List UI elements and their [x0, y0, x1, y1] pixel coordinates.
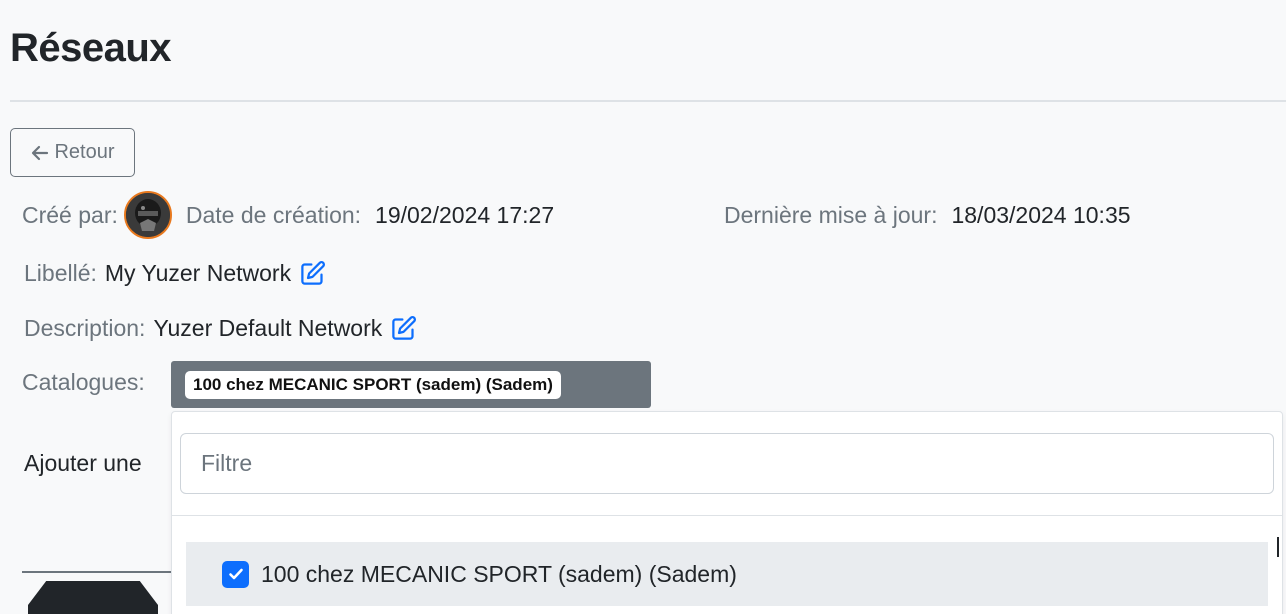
- dropdown-divider: [172, 515, 1282, 516]
- description-value: Yuzer Default Network: [153, 314, 383, 341]
- avatar[interactable]: [123, 191, 172, 239]
- creation-date-label: Date de création:: [185, 201, 362, 228]
- user-avatar-icon: [125, 193, 170, 237]
- created-by-label: Créé par:: [22, 201, 118, 228]
- meta-row: Créé par: Date de création: 19/02/2024 1…: [22, 189, 554, 241]
- scroll-edge: [1277, 537, 1286, 557]
- option-label: 100 chez MECANIC SPORT (sadem) (Sadem): [261, 560, 737, 587]
- dropdown-option[interactable]: 100 chez MECANIC SPORT (sadem) (Sadem): [186, 542, 1268, 606]
- catalog-dropdown: 100 chez MECANIC SPORT (sadem) (Sadem): [171, 411, 1283, 614]
- edit-icon[interactable]: [390, 315, 417, 342]
- bottom-divider: [22, 571, 182, 573]
- label-label: Libellé:: [24, 259, 97, 286]
- dark-button-partial[interactable]: [28, 581, 158, 614]
- check-icon: [228, 568, 243, 580]
- page: Réseaux Retour Créé par: Date de créatio…: [0, 0, 1286, 614]
- last-update-row: Dernière mise à jour: 18/03/2024 10:35: [724, 189, 1131, 241]
- back-button[interactable]: Retour: [10, 128, 135, 177]
- catalogs-label: Catalogues:: [22, 368, 145, 395]
- page-title: Réseaux: [10, 26, 172, 70]
- title-divider: [10, 100, 1286, 102]
- filter-input[interactable]: [180, 433, 1274, 494]
- last-update-value: 18/03/2024 10:35: [951, 201, 1131, 228]
- label-row: Libellé: My Yuzer Network: [24, 257, 326, 289]
- add-label: Ajouter une: [24, 450, 142, 476]
- description-label: Description:: [24, 314, 146, 341]
- selected-catalog-tag[interactable]: 100 chez MECANIC SPORT (sadem) (Sadem): [185, 370, 561, 399]
- catalogs-row: Catalogues:: [22, 366, 145, 398]
- back-button-label: Retour: [54, 141, 115, 163]
- description-row: Description: Yuzer Default Network: [24, 312, 417, 344]
- label-value: My Yuzer Network: [104, 259, 292, 286]
- creation-date-value: 19/02/2024 17:27: [375, 201, 555, 228]
- catalog-multiselect[interactable]: 100 chez MECANIC SPORT (sadem) (Sadem): [171, 361, 651, 408]
- arrow-left-icon: [32, 145, 49, 160]
- edit-icon[interactable]: [299, 260, 326, 287]
- checkbox[interactable]: [222, 560, 249, 588]
- last-update-label: Dernière mise à jour:: [724, 201, 938, 228]
